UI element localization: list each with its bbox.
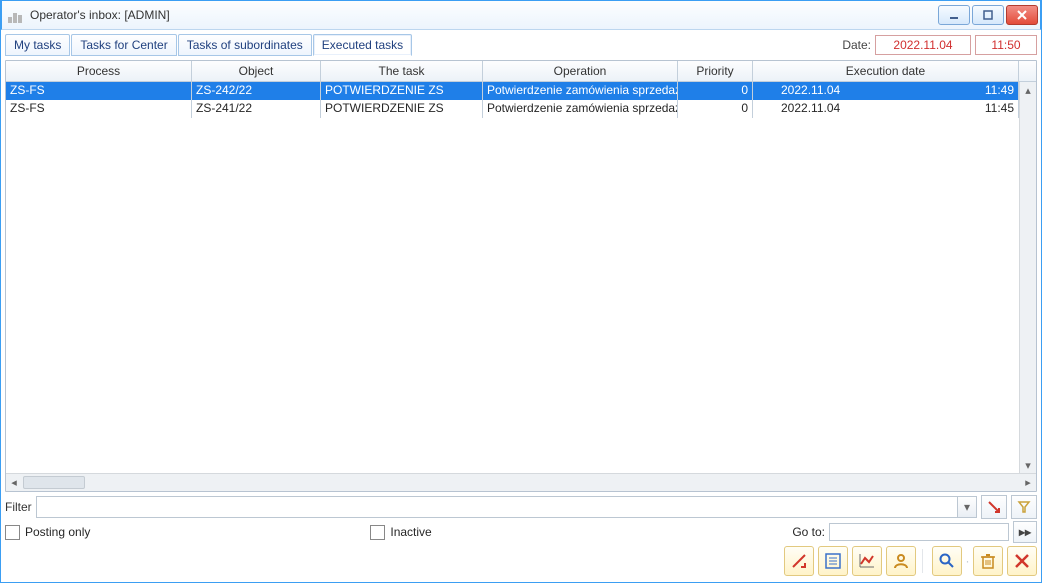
scroll-right-icon[interactable]: ▸ [1020,476,1036,489]
cell-process: ZS-FS [6,82,192,100]
chevron-down-icon[interactable]: ▾ [957,497,976,517]
client-area: My tasks Tasks for Center Tasks of subor… [1,30,1041,582]
scroll-up-icon[interactable]: ▴ [1020,82,1036,98]
column-header-execution-date[interactable]: Execution date [753,61,1019,81]
filter-label: Filter [5,500,32,514]
filter-apply-button[interactable] [981,495,1007,519]
window-title: Operator's inbox: [ADMIN] [30,8,170,22]
column-header-object[interactable]: Object [192,61,321,81]
column-header-process[interactable]: Process [6,61,192,81]
date-label: Date: [842,38,871,52]
process-view-button[interactable] [818,546,848,576]
cell-process: ZS-FS [6,100,192,118]
column-header-priority[interactable]: Priority [678,61,753,81]
posting-only-label: Posting only [25,525,90,539]
inactive-checkbox[interactable]: Inactive [370,525,431,540]
checkbox-icon [5,525,20,540]
tab-my-tasks[interactable]: My tasks [5,34,70,56]
cell-priority: 0 [678,100,753,118]
delete-button[interactable] [973,546,1003,576]
title-bar: Operator's inbox: [ADMIN] [1,0,1041,30]
grid-body: ZS-FS ZS-242/22 POTWIERDZENIE ZS Potwier… [6,82,1036,473]
checkbox-icon [370,525,385,540]
date-field[interactable]: 2022.11.04 [875,35,971,55]
preview-button[interactable] [932,546,962,576]
cell-object: ZS-241/22 [192,100,321,118]
cell-operation: Potwierdzenie zamówienia sprzedaży [483,100,678,118]
window-buttons [938,5,1038,25]
cell-task: POTWIERDZENIE ZS [321,82,483,100]
goto-label: Go to: [792,525,825,539]
date-box: Date: 2022.11.04 11:50 [842,35,1037,55]
close-button[interactable] [1006,5,1038,25]
filter-bar: Filter ▾ [5,496,1037,518]
vertical-scrollbar[interactable]: ▴ ▾ [1019,82,1036,473]
table-row[interactable]: ZS-FS ZS-242/22 POTWIERDZENIE ZS Potwier… [6,82,1019,100]
cancel-button[interactable] [1007,546,1037,576]
tab-tasks-for-center[interactable]: Tasks for Center [71,34,176,56]
tab-executed-tasks[interactable]: Executed tasks [313,34,412,56]
inactive-label: Inactive [390,525,431,539]
cell-execution-date: 2022.11.0411:49 [753,82,1019,100]
minimize-button[interactable] [938,5,970,25]
scroll-left-icon[interactable]: ◂ [6,476,22,489]
posting-only-checkbox[interactable]: Posting only [5,525,90,540]
filter-combo[interactable]: ▾ [36,496,977,518]
task-grid: Process Object The task Operation Priori… [5,60,1037,492]
goto-button[interactable]: ▸▸ [1013,521,1037,543]
cell-priority: 0 [678,82,753,100]
column-header-operation[interactable]: Operation [483,61,678,81]
app-icon [8,7,24,23]
cell-operation: Potwierdzenie zamówienia sprzedaży [483,82,678,100]
bottom-toolbar: · [5,546,1037,576]
maximize-button[interactable] [972,5,1004,25]
column-header-task[interactable]: The task [321,61,483,81]
time-field[interactable]: 11:50 [975,35,1037,55]
user-button[interactable] [886,546,916,576]
compose-button[interactable] [784,546,814,576]
goto-input[interactable] [829,523,1009,541]
app-window: Operator's inbox: [ADMIN] My tasks Tasks… [0,0,1042,583]
chart-button[interactable] [852,546,882,576]
tabs: My tasks Tasks for Center Tasks of subor… [5,34,412,56]
scroll-thumb[interactable] [23,476,85,489]
options-row: Posting only Inactive Go to: ▸▸ [5,522,1037,542]
grid-headers: Process Object The task Operation Priori… [6,61,1036,82]
horizontal-scrollbar[interactable]: ◂ ▸ [6,473,1036,491]
goto-box: Go to: ▸▸ [792,521,1037,543]
tab-bar: My tasks Tasks for Center Tasks of subor… [5,34,1037,56]
scroll-down-icon[interactable]: ▾ [1020,457,1036,473]
cell-object: ZS-242/22 [192,82,321,100]
tab-tasks-of-subordinates[interactable]: Tasks of subordinates [178,34,312,56]
filter-config-button[interactable] [1011,495,1037,519]
grid-rows: ZS-FS ZS-242/22 POTWIERDZENIE ZS Potwier… [6,82,1019,473]
cell-task: POTWIERDZENIE ZS [321,100,483,118]
cell-execution-date: 2022.11.0411:45 [753,100,1019,118]
table-row[interactable]: ZS-FS ZS-241/22 POTWIERDZENIE ZS Potwier… [6,100,1019,118]
